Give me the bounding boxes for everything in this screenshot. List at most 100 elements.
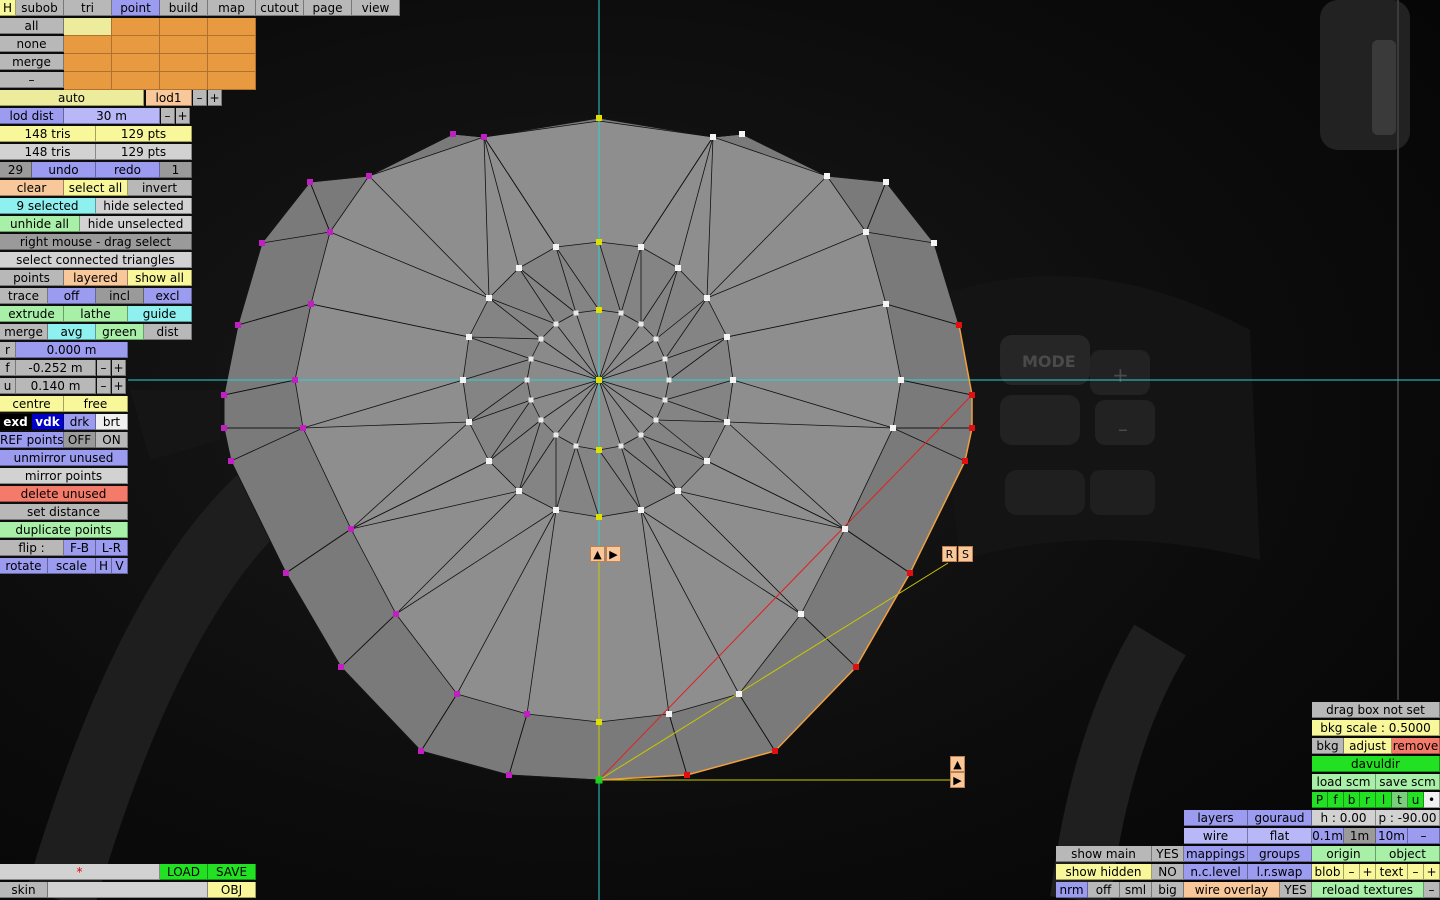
vertex-point[interactable] — [553, 507, 559, 513]
vertex-point[interactable] — [798, 611, 804, 617]
origin-button[interactable]: origin — [1312, 846, 1376, 862]
mirror-points-button[interactable]: mirror points — [0, 468, 128, 484]
centre-button[interactable]: centre — [0, 396, 64, 412]
vertex-point[interactable] — [724, 334, 730, 340]
vertex-point[interactable] — [739, 131, 745, 137]
step-10m-button[interactable]: 10m — [1376, 828, 1408, 844]
vdk-button[interactable]: vdk — [32, 414, 64, 430]
step-minus-button[interactable]: – — [1408, 828, 1440, 844]
f-plus-button[interactable]: + — [112, 360, 126, 376]
auto-lod-button[interactable]: auto — [0, 90, 144, 106]
vertex-point[interactable] — [931, 240, 937, 246]
vertex-point[interactable] — [638, 321, 644, 327]
unhide-all-button[interactable]: unhide all — [0, 216, 80, 232]
layers-button[interactable]: layers — [1184, 810, 1248, 826]
vertex-point[interactable] — [450, 131, 456, 137]
tab-cutout[interactable]: cutout — [256, 0, 304, 16]
save-scm-button[interactable]: save scm — [1376, 774, 1440, 790]
vertex-point[interactable] — [883, 301, 889, 307]
lod-dist-value[interactable]: 30 m — [64, 108, 160, 124]
view-letter-3[interactable]: r — [1360, 792, 1376, 808]
vertex-point[interactable] — [890, 425, 896, 431]
vertex-point[interactable] — [772, 748, 778, 754]
mappings-button[interactable]: mappings — [1184, 846, 1248, 862]
axis-up-handle[interactable]: ▲ — [950, 756, 965, 772]
vertex-point[interactable] — [666, 377, 672, 383]
blob-minus[interactable]: – — [1344, 864, 1360, 880]
flat-button[interactable]: flat — [1248, 828, 1312, 844]
vertex-point[interactable] — [528, 356, 534, 362]
vertex-point[interactable] — [969, 392, 975, 398]
vertex-point[interactable] — [730, 377, 736, 383]
vertex-point[interactable] — [824, 173, 830, 179]
tab-view[interactable]: view — [352, 0, 400, 16]
tab-build[interactable]: build — [160, 0, 208, 16]
vertex-point[interactable] — [573, 443, 579, 449]
load-button[interactable]: LOAD — [160, 864, 208, 880]
nrm-button[interactable]: nrm — [1056, 882, 1088, 898]
vertex-point[interactable] — [524, 711, 530, 717]
lod-dist-minus[interactable]: – — [161, 108, 175, 124]
vertex-point[interactable] — [662, 397, 668, 403]
duplicate-points-button[interactable]: duplicate points — [0, 522, 128, 538]
vertex-point[interactable] — [595, 776, 603, 784]
color-cell[interactable] — [208, 72, 256, 90]
free-button[interactable]: free — [64, 396, 128, 412]
vertex-point[interactable] — [573, 310, 579, 316]
vertex-point[interactable] — [596, 239, 602, 245]
heading-value[interactable]: h : 0.00 — [1312, 810, 1376, 826]
lod1-button[interactable]: lod1 — [146, 90, 192, 106]
vertex-point[interactable] — [235, 322, 241, 328]
trace-button[interactable]: trace — [0, 288, 48, 304]
sml-button[interactable]: sml — [1120, 882, 1152, 898]
nc-level-button[interactable]: n.c.level — [1184, 864, 1248, 880]
flip-fb-button[interactable]: F-B — [64, 540, 96, 556]
color-cell[interactable] — [112, 72, 160, 90]
color-cell[interactable] — [64, 72, 112, 90]
vertex-point[interactable] — [454, 691, 460, 697]
viewport[interactable]: MODE + – — [0, 0, 1440, 900]
vertex-point[interactable] — [675, 488, 681, 494]
skin-field[interactable] — [48, 882, 208, 898]
groups-button[interactable]: groups — [1248, 846, 1312, 862]
color-cell[interactable] — [160, 72, 208, 90]
show-all-button[interactable]: show all — [128, 270, 192, 286]
vertex-point[interactable] — [300, 425, 306, 431]
vertex-point[interactable] — [962, 458, 968, 464]
vertex-point[interactable] — [638, 244, 644, 250]
vertex-point[interactable] — [736, 691, 742, 697]
tab-subob[interactable]: subob — [16, 0, 64, 16]
merge-button[interactable]: merge — [0, 54, 64, 70]
text-minus[interactable]: – — [1408, 864, 1424, 880]
tab-tri[interactable]: tri — [64, 0, 112, 16]
vertex-point[interactable] — [638, 507, 644, 513]
vertex-point[interactable] — [596, 377, 602, 383]
tab-h[interactable]: H — [0, 0, 16, 16]
reload-textures-button[interactable]: reload textures — [1312, 882, 1424, 898]
vertex-point[interactable] — [684, 772, 690, 778]
color-cell[interactable] — [64, 54, 112, 72]
trace-off-button[interactable]: off — [48, 288, 96, 304]
show-main-yes[interactable]: YES — [1152, 846, 1184, 862]
color-cell[interactable] — [160, 54, 208, 72]
right-mouse-mode[interactable]: right mouse - drag select — [0, 234, 192, 250]
rotate-handle[interactable]: R — [942, 546, 957, 562]
vertex-point[interactable] — [842, 526, 848, 532]
tab-page[interactable]: page — [304, 0, 352, 16]
normals-off-button[interactable]: off — [1088, 882, 1120, 898]
scale-handle[interactable]: S — [958, 546, 973, 562]
r-value[interactable]: 0.000 m — [16, 342, 128, 358]
vertex-point[interactable] — [596, 447, 602, 453]
u-value[interactable]: 0.140 m — [16, 378, 96, 394]
vertex-point[interactable] — [366, 173, 372, 179]
pitch-value[interactable]: p : -90.00 — [1376, 810, 1440, 826]
set-distance-button[interactable]: set distance — [0, 504, 128, 520]
vertex-point[interactable] — [338, 664, 344, 670]
vertex-point[interactable] — [638, 432, 644, 438]
vertex-point[interactable] — [516, 488, 522, 494]
view-letter-4[interactable]: l — [1376, 792, 1392, 808]
blob-plus[interactable]: + — [1360, 864, 1376, 880]
f-minus-button[interactable]: – — [97, 360, 111, 376]
gouraud-button[interactable]: gouraud — [1248, 810, 1312, 826]
u-plus-button[interactable]: + — [112, 378, 126, 394]
